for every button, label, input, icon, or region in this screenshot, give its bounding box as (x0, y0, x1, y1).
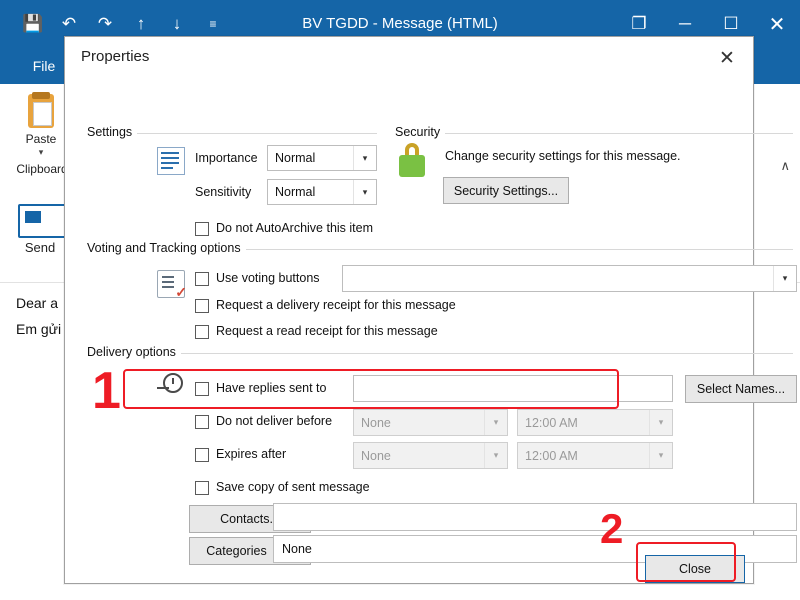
do-not-deliver-before-label[interactable]: Do not deliver before (216, 414, 332, 428)
categories-button-label: Categories (206, 544, 266, 558)
clock-icon (157, 371, 187, 397)
do-not-deliver-before-checkbox[interactable] (195, 415, 209, 429)
expires-after-checkbox[interactable] (195, 448, 209, 462)
importance-value: Normal (275, 146, 315, 170)
read-receipt-checkbox[interactable] (195, 325, 209, 339)
save-icon[interactable]: 💾 (16, 8, 50, 40)
voting-tracking-group-label: Voting and Tracking options (85, 241, 246, 255)
do-not-deliver-date-select[interactable]: None ▾ (353, 409, 508, 436)
expires-after-time-select[interactable]: 12:00 AM ▾ (517, 442, 673, 469)
annotation-2: 2 (600, 508, 623, 550)
have-replies-sent-to-label[interactable]: Have replies sent to (216, 381, 326, 395)
do-not-deliver-time-value: 12:00 AM (525, 410, 578, 435)
use-voting-buttons-label[interactable]: Use voting buttons (216, 271, 320, 285)
send-button-label[interactable]: Send (10, 240, 70, 255)
security-description: Change security settings for this messag… (445, 149, 681, 163)
delivery-receipt-checkbox[interactable] (195, 299, 209, 313)
sensitivity-label: Sensitivity (195, 185, 251, 199)
chevron-down-icon[interactable]: ▾ (353, 146, 376, 170)
delivery-options-group-label: Delivery options (85, 345, 181, 359)
security-settings-button[interactable]: Security Settings... (443, 177, 569, 204)
have-replies-input[interactable] (353, 375, 673, 402)
expires-after-label[interactable]: Expires after (216, 447, 286, 461)
save-copy-label[interactable]: Save copy of sent message (216, 480, 370, 494)
settings-group-label: Settings (85, 125, 137, 139)
dialog-title-bar: Properties ✕ (65, 37, 753, 79)
close-dialog-button[interactable]: Close (645, 555, 745, 583)
expires-after-time-value: 12:00 AM (525, 443, 578, 468)
importance-select[interactable]: Normal ▾ (267, 145, 377, 171)
expires-after-date-select[interactable]: None ▾ (353, 442, 508, 469)
do-not-deliver-date-value: None (361, 410, 391, 435)
expires-after-date-value: None (361, 443, 391, 468)
voting-buttons-select[interactable]: ▾ (342, 265, 797, 292)
have-replies-sent-to-checkbox[interactable] (195, 382, 209, 396)
chevron-down-icon[interactable]: ▾ (484, 443, 507, 468)
save-copy-checkbox[interactable] (195, 481, 209, 495)
annotation-1: 1 (92, 365, 121, 417)
chevron-down-icon[interactable]: ▾ (353, 180, 376, 204)
security-group-label: Security (393, 125, 445, 139)
do-not-autoarchive-checkbox[interactable] (195, 222, 209, 236)
do-not-deliver-time-select[interactable]: 12:00 AM ▾ (517, 409, 673, 436)
close-button[interactable]: ✕ (754, 0, 800, 48)
categories-value: None (282, 536, 312, 562)
voting-icon: ✓ (157, 270, 185, 298)
collapse-ribbon-icon[interactable]: ∧ (780, 158, 790, 174)
sensitivity-value: Normal (275, 180, 315, 204)
importance-icon (157, 147, 185, 175)
screenshot-root: BV TGDD - Message (HTML) 💾 ↶ ↷ ↑ ↓ ≡ ❐ ─… (0, 0, 800, 600)
properties-dialog: Properties ✕ Settings Importance Normal … (64, 36, 754, 584)
chevron-down-icon[interactable]: ▾ (649, 443, 672, 468)
lock-icon (395, 141, 429, 183)
dialog-title: Properties (81, 48, 149, 65)
use-voting-buttons-checkbox[interactable] (195, 272, 209, 286)
send-icon[interactable] (18, 204, 66, 238)
contacts-input[interactable] (273, 503, 797, 531)
message-body: Dear a Em gửi (16, 290, 61, 342)
chevron-down-icon[interactable]: ▾ (484, 410, 507, 435)
sensitivity-select[interactable]: Normal ▾ (267, 179, 377, 205)
select-names-button[interactable]: Select Names... (685, 375, 797, 403)
message-line-1: Dear a (16, 290, 61, 316)
importance-label: Importance (195, 151, 258, 165)
do-not-autoarchive-label[interactable]: Do not AutoArchive this item (216, 221, 373, 235)
delivery-receipt-label[interactable]: Request a delivery receipt for this mess… (216, 298, 456, 312)
dialog-close-icon[interactable]: ✕ (705, 39, 749, 77)
chevron-down-icon[interactable]: ▾ (773, 266, 796, 291)
paste-icon (24, 92, 58, 130)
chevron-down-icon[interactable]: ▾ (649, 410, 672, 435)
read-receipt-label[interactable]: Request a read receipt for this message (216, 324, 438, 338)
message-line-2: Em gửi (16, 316, 61, 342)
